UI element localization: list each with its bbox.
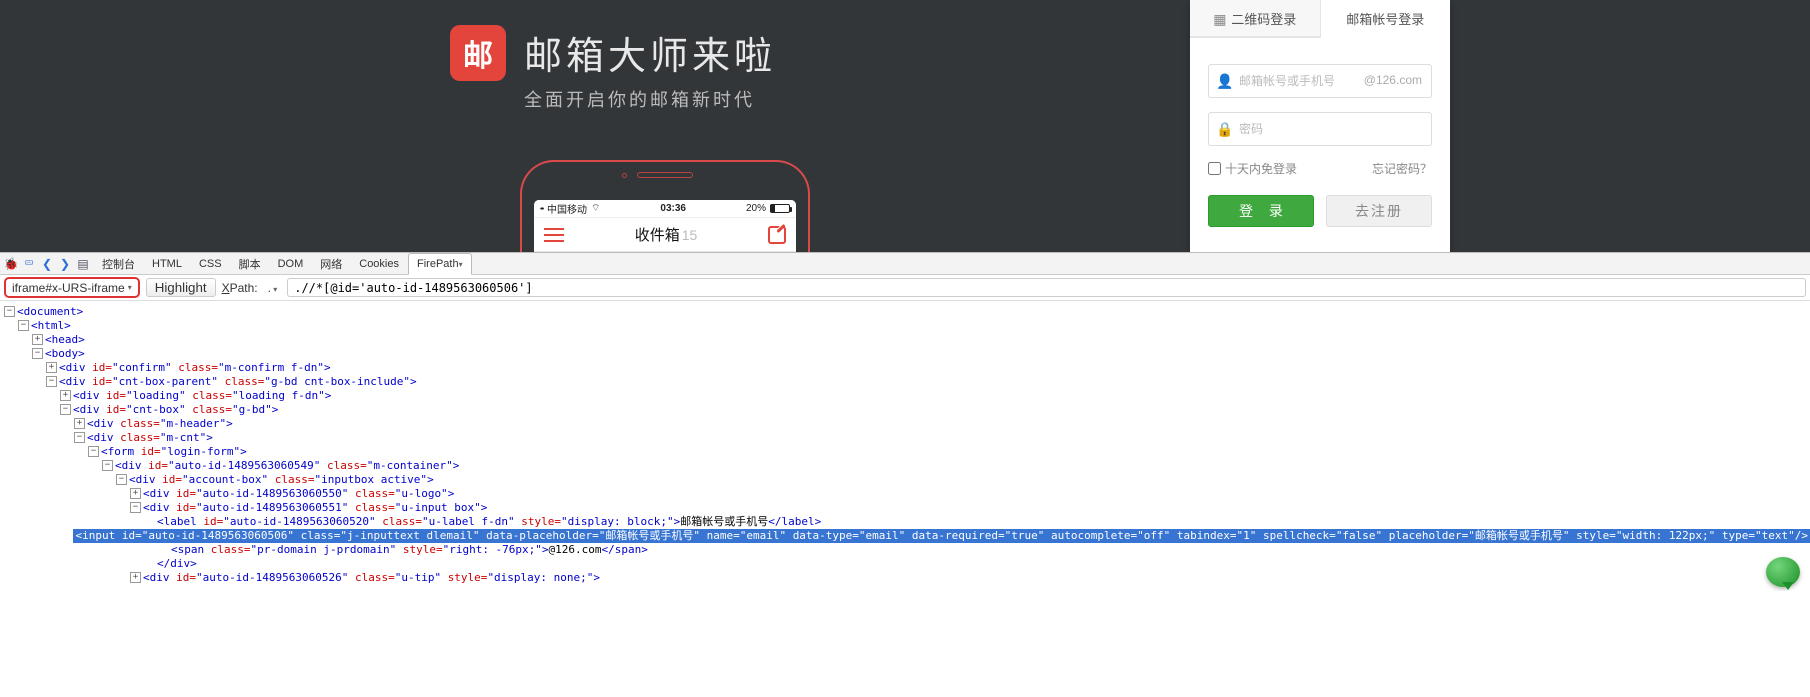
devtools-tab-dom[interactable]: DOM <box>270 253 313 274</box>
inbox-title: 收件箱15 <box>564 224 768 245</box>
nav-fwd-icon[interactable]: ❯ <box>56 255 74 273</box>
promo-title: 邮箱大师来啦 <box>524 25 776 80</box>
login-tabs: 二维码登录 邮箱帐号登录 <box>1190 0 1450 38</box>
login-button[interactable]: 登 录 <box>1208 195 1314 227</box>
xpath-label: XPath: <box>222 281 258 295</box>
tab-account-login[interactable]: 邮箱帐号登录 <box>1321 0 1451 38</box>
selected-input-node[interactable]: <input id="auto-id-1489563060506" class=… <box>4 529 1810 543</box>
compose-icon <box>768 226 786 244</box>
devtools-tab-脚本[interactable]: 脚本 <box>231 253 270 274</box>
lock-icon: 🔒 <box>1216 121 1230 135</box>
app-header: 邮 邮箱大师来啦 全面开启你的邮箱新时代 中国移动 ⌔ 03:36 20% <box>0 0 1810 252</box>
firebug-icon[interactable]: 🐞 <box>2 255 20 273</box>
phone-mockup: 中国移动 ⌔ 03:36 20% 收件箱15 <box>520 160 810 252</box>
domain-suffix: @126.com <box>1364 73 1422 87</box>
forgot-password-link[interactable]: 忘记密码？ <box>1372 160 1432 177</box>
battery-icon <box>770 204 790 213</box>
mail-logo-icon: 邮 <box>450 25 506 81</box>
devtools-tab-firepath[interactable]: FirePath <box>408 253 472 275</box>
promo-subtitle: 全面开启你的邮箱新时代 <box>524 86 776 112</box>
register-button[interactable]: 去注册 <box>1326 195 1432 227</box>
status-time: 03:36 <box>600 203 746 214</box>
qr-icon <box>1213 11 1227 25</box>
devtools-tab-控制台[interactable]: 控制台 <box>94 253 144 274</box>
devtools-tab-网络[interactable]: 网络 <box>312 253 351 274</box>
remember-checkbox[interactable]: 十天内免登录 <box>1208 160 1297 177</box>
password-field[interactable] <box>1208 112 1432 146</box>
wifi-icon: ⌔ <box>591 202 600 215</box>
iframe-selector[interactable]: iframe#x-URS-iframe <box>4 277 140 298</box>
user-icon: 👤 <box>1216 73 1230 87</box>
tab-qr-login[interactable]: 二维码登录 <box>1190 0 1321 37</box>
devtools-tab-css[interactable]: CSS <box>191 253 231 274</box>
devtools-tab-html[interactable]: HTML <box>144 253 191 274</box>
xpath-input[interactable] <box>287 278 1806 297</box>
login-panel: 二维码登录 邮箱帐号登录 👤 @126.com 🔒 十天内免登录 忘记密码？ 登… <box>1190 0 1450 252</box>
hamburger-icon <box>544 224 564 246</box>
carrier-label: 中国移动 <box>547 201 587 216</box>
help-bubble-icon[interactable] <box>1766 557 1800 587</box>
battery-pct: 20% <box>746 203 766 214</box>
highlight-button[interactable]: Highlight <box>146 278 216 297</box>
xpath-mode-dropdown[interactable]: . <box>264 281 282 295</box>
promo-banner: 邮 邮箱大师来啦 全面开启你的邮箱新时代 <box>450 25 776 112</box>
nav-back-icon[interactable]: ❮ <box>38 255 56 273</box>
signal-icon <box>540 203 544 214</box>
devtools-tab-cookies[interactable]: Cookies <box>351 253 408 274</box>
dom-tree[interactable]: −<document> −<html> +<head> −<body> +<di… <box>0 301 1810 591</box>
devtools-panel: 🐞 ⮹ ❮ ❯ ▤ 控制台HTMLCSS脚本DOM网络CookiesFirePa… <box>0 252 1810 591</box>
console-toggle-icon[interactable]: ▤ <box>74 255 92 273</box>
inspector-icon[interactable]: ⮹ <box>20 255 38 273</box>
